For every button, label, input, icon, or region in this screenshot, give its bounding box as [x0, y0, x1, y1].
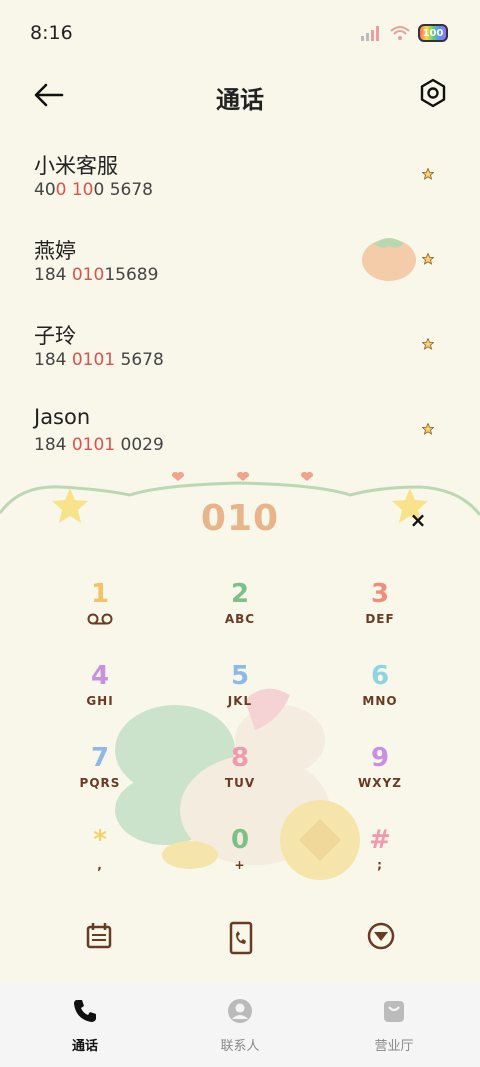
- contact-icon: [228, 999, 252, 1023]
- bottom-tab-bar: 通话 联系人 营业厅: [0, 983, 480, 1067]
- status-time: 8:16: [30, 22, 73, 44]
- contact-results-list: 小米客服 400 100 5678 燕婷 184 01015689 子玲 184…: [0, 144, 480, 484]
- star-icon: [422, 338, 434, 350]
- contact-name: 燕婷: [34, 239, 76, 263]
- contact-number: 184 01015689: [34, 265, 159, 285]
- voicemail-icon: [87, 613, 113, 625]
- star-icon: [422, 253, 434, 265]
- phone-icon: [74, 1000, 96, 1022]
- key-7[interactable]: 7 PQRS: [40, 742, 160, 802]
- star-icon: [422, 168, 434, 180]
- battery-icon: 100: [418, 24, 448, 42]
- collapse-dialpad-icon[interactable]: [364, 919, 398, 953]
- star-icon: [422, 423, 434, 435]
- dialer-actions: [0, 915, 480, 965]
- settings-icon[interactable]: [418, 78, 448, 108]
- key-1[interactable]: 1: [40, 578, 160, 638]
- tab-contacts[interactable]: 联系人: [190, 997, 290, 1054]
- key-0[interactable]: 0 +: [180, 824, 300, 884]
- status-icons: 100: [360, 24, 448, 42]
- key-6[interactable]: 6 MNO: [320, 660, 440, 720]
- store-icon: [384, 1001, 404, 1022]
- key-4[interactable]: 4 GHI: [40, 660, 160, 720]
- page-title: 通话: [216, 86, 264, 114]
- contact-row[interactable]: 子玲 184 0101 5678: [0, 314, 480, 399]
- dial-call-button[interactable]: [224, 921, 258, 955]
- key-2[interactable]: 2 ABC: [180, 578, 300, 638]
- tab-calls[interactable]: 通话: [35, 997, 135, 1054]
- header: 通话: [0, 66, 480, 126]
- wifi-icon: [390, 26, 410, 40]
- clear-input-button[interactable]: ×: [408, 510, 428, 530]
- key-3[interactable]: 3 DEF: [320, 578, 440, 638]
- contact-number: 400 100 5678: [34, 180, 153, 200]
- contact-row[interactable]: 小米客服 400 100 5678: [0, 144, 480, 229]
- tab-store[interactable]: 营业厅: [344, 997, 444, 1054]
- key-5[interactable]: 5 JKL: [180, 660, 300, 720]
- signal-icon: [361, 26, 379, 41]
- status-bar: 8:16 100: [0, 0, 480, 66]
- calendar-icon[interactable]: [82, 919, 116, 953]
- key-9[interactable]: 9 WXYZ: [320, 742, 440, 802]
- contact-name: 小米客服: [34, 154, 118, 178]
- key-8[interactable]: 8 TUV: [180, 742, 300, 802]
- contact-name: Jason: [34, 405, 91, 429]
- contact-name: 子玲: [34, 324, 76, 348]
- key-star[interactable]: * ,: [40, 824, 160, 884]
- contact-number: 184 0101 5678: [34, 350, 164, 370]
- contact-number: 184 0101 0029: [34, 435, 164, 455]
- key-hash[interactable]: # ;: [320, 824, 440, 884]
- persimmon-decoration: [362, 238, 416, 281]
